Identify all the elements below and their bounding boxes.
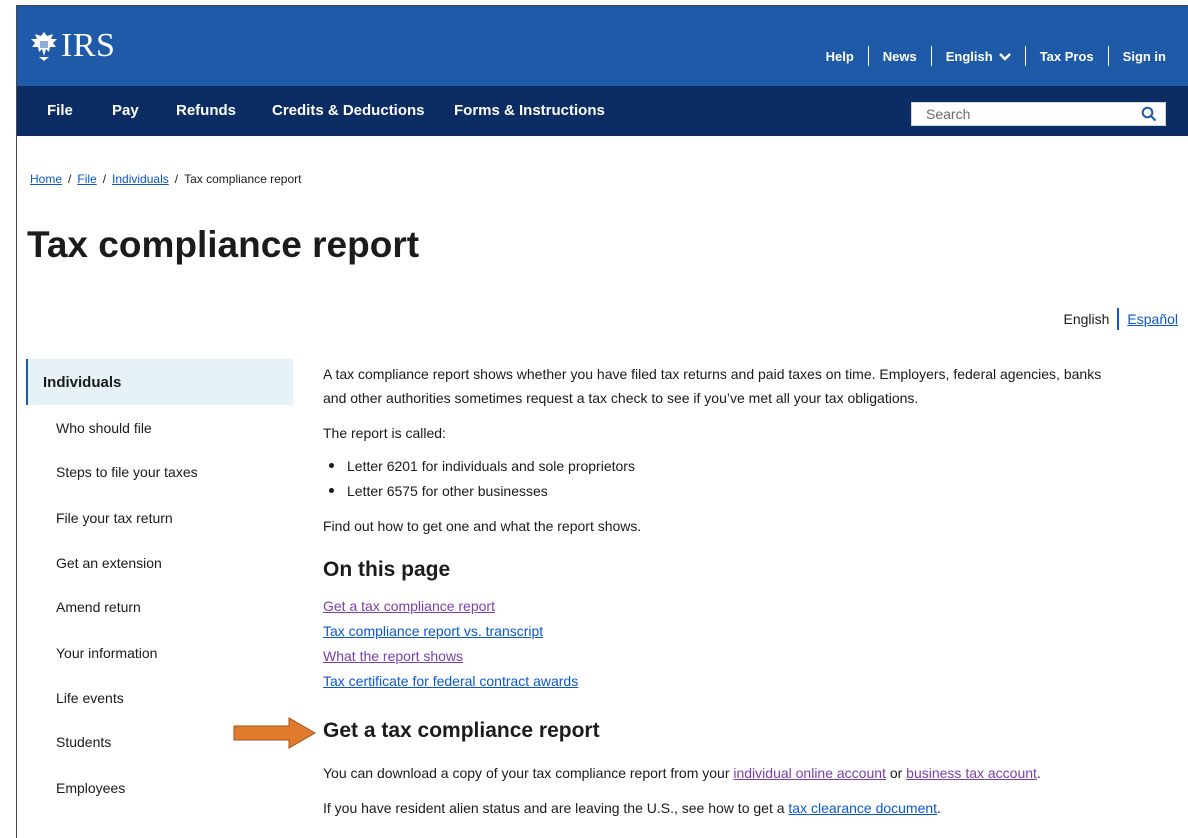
chevron-down-icon: [998, 53, 1011, 61]
main-nav: File Pay Refunds Credits & Deductions Fo…: [17, 86, 1188, 136]
breadcrumb-home[interactable]: Home: [30, 172, 62, 186]
breadcrumb-separator: /: [174, 172, 179, 186]
utility-divider: [1024, 46, 1026, 66]
period-text: .: [937, 800, 941, 816]
sign-in-link[interactable]: Sign in: [1123, 49, 1166, 64]
irs-logo[interactable]: IRS: [29, 26, 115, 66]
current-language: English: [1063, 311, 1110, 327]
list-item-text: Letter 6201 for individuals and sole pro…: [347, 458, 635, 474]
report-called-text: The report is called:: [323, 425, 446, 441]
logo-text: IRS: [61, 27, 116, 64]
toc-link-vs-transcript[interactable]: Tax compliance report vs. transcript: [323, 623, 543, 639]
individual-online-account-link[interactable]: individual online account: [733, 765, 886, 781]
language-dropdown[interactable]: English: [946, 49, 1011, 64]
sidebar-item-students[interactable]: Students: [56, 734, 111, 750]
bullet-dot: [329, 487, 334, 493]
sidebar-item-life-events[interactable]: Life events: [56, 690, 124, 706]
language-label: English: [945, 48, 993, 64]
news-link[interactable]: News: [883, 49, 917, 64]
tax-pros-link[interactable]: Tax Pros: [1040, 49, 1094, 64]
resident-alien-paragraph: If you have resident alien status and ar…: [323, 796, 941, 820]
nav-item-pay[interactable]: Pay: [112, 102, 139, 119]
page-title: Tax compliance report: [27, 224, 420, 265]
list-item-text: Letter 6575 for other businesses: [347, 483, 548, 499]
nav-item-refunds[interactable]: Refunds: [176, 102, 236, 119]
get-report-heading: Get a tax compliance report: [323, 719, 600, 742]
download-paragraph: You can download a copy of your tax comp…: [323, 761, 1041, 785]
utility-divider: [930, 46, 932, 66]
find-out-text: Find out how to get one and what the rep…: [323, 518, 642, 534]
nav-item-forms-instructions[interactable]: Forms & Instructions: [454, 102, 605, 119]
list-item: Letter 6575 for other businesses: [329, 479, 548, 503]
breadcrumb: Home / File / Individuals / Tax compliance rep…: [30, 172, 301, 186]
eagle-icon: [31, 32, 57, 61]
utility-divider: [867, 46, 869, 66]
language-divider: [1117, 308, 1120, 330]
breadcrumb-separator: /: [102, 172, 107, 186]
nav-item-credits-deductions[interactable]: Credits & Deductions: [272, 102, 425, 119]
intro-text-line-1: A tax compliance report shows whether yo…: [323, 366, 1102, 382]
download-text: You can download a copy of your tax comp…: [323, 765, 734, 781]
sidebar-item-get-extension[interactable]: Get an extension: [56, 555, 162, 571]
sidebar-item-steps-to-file[interactable]: Steps to file your taxes: [56, 464, 198, 480]
sidebar-item-file-tax-return[interactable]: File your tax return: [56, 510, 173, 526]
arrow-right-icon: [233, 717, 317, 749]
period-text: .: [1036, 765, 1041, 781]
on-this-page-heading: On this page: [323, 558, 451, 581]
nav-item-file[interactable]: File: [47, 102, 73, 119]
sidebar-item-your-information[interactable]: Your information: [56, 645, 157, 661]
page-frame: IRS Help News English Tax Pros Sign in F…: [0, 0, 1188, 838]
toc-link-what-report-shows[interactable]: What the report shows: [323, 648, 463, 664]
bullet-dot: [329, 462, 334, 468]
search-box: [911, 102, 1166, 126]
help-link[interactable]: Help: [826, 49, 854, 64]
sidebar: Individuals Who should file Steps to fil…: [26, 359, 293, 796]
toc-link-get-report[interactable]: Get a tax compliance report: [323, 598, 495, 614]
language-switcher: English Español: [1063, 308, 1178, 330]
utility-nav: Help News English Tax Pros Sign in: [826, 46, 1166, 66]
breadcrumb-file[interactable]: File: [77, 172, 96, 186]
business-tax-account-link[interactable]: business tax account: [906, 765, 1037, 781]
sidebar-item-employees[interactable]: Employees: [56, 780, 125, 796]
resident-alien-text: If you have resident alien status and ar…: [323, 800, 789, 816]
tax-clearance-document-link[interactable]: tax clearance document: [788, 800, 937, 816]
intro-text-line-2: and other authorities sometimes request …: [323, 390, 919, 406]
search-icon[interactable]: [1141, 106, 1157, 122]
breadcrumb-individuals[interactable]: Individuals: [112, 172, 169, 186]
top-header: IRS Help News English Tax Pros Sign in: [17, 6, 1188, 86]
search-input[interactable]: [912, 103, 1132, 125]
spanish-link[interactable]: Español: [1127, 311, 1178, 327]
or-text: or: [885, 765, 907, 781]
toc-link-tax-certificate[interactable]: Tax certificate for federal contract awa…: [323, 673, 578, 689]
breadcrumb-separator: /: [68, 172, 72, 186]
sidebar-heading[interactable]: Individuals: [26, 359, 293, 405]
utility-divider: [1107, 46, 1109, 66]
list-item: Letter 6201 for individuals and sole pro…: [329, 454, 635, 478]
sidebar-item-amend-return[interactable]: Amend return: [56, 599, 141, 615]
breadcrumb-current: Tax compliance report: [184, 172, 302, 186]
sidebar-item-who-should-file[interactable]: Who should file: [56, 420, 152, 436]
